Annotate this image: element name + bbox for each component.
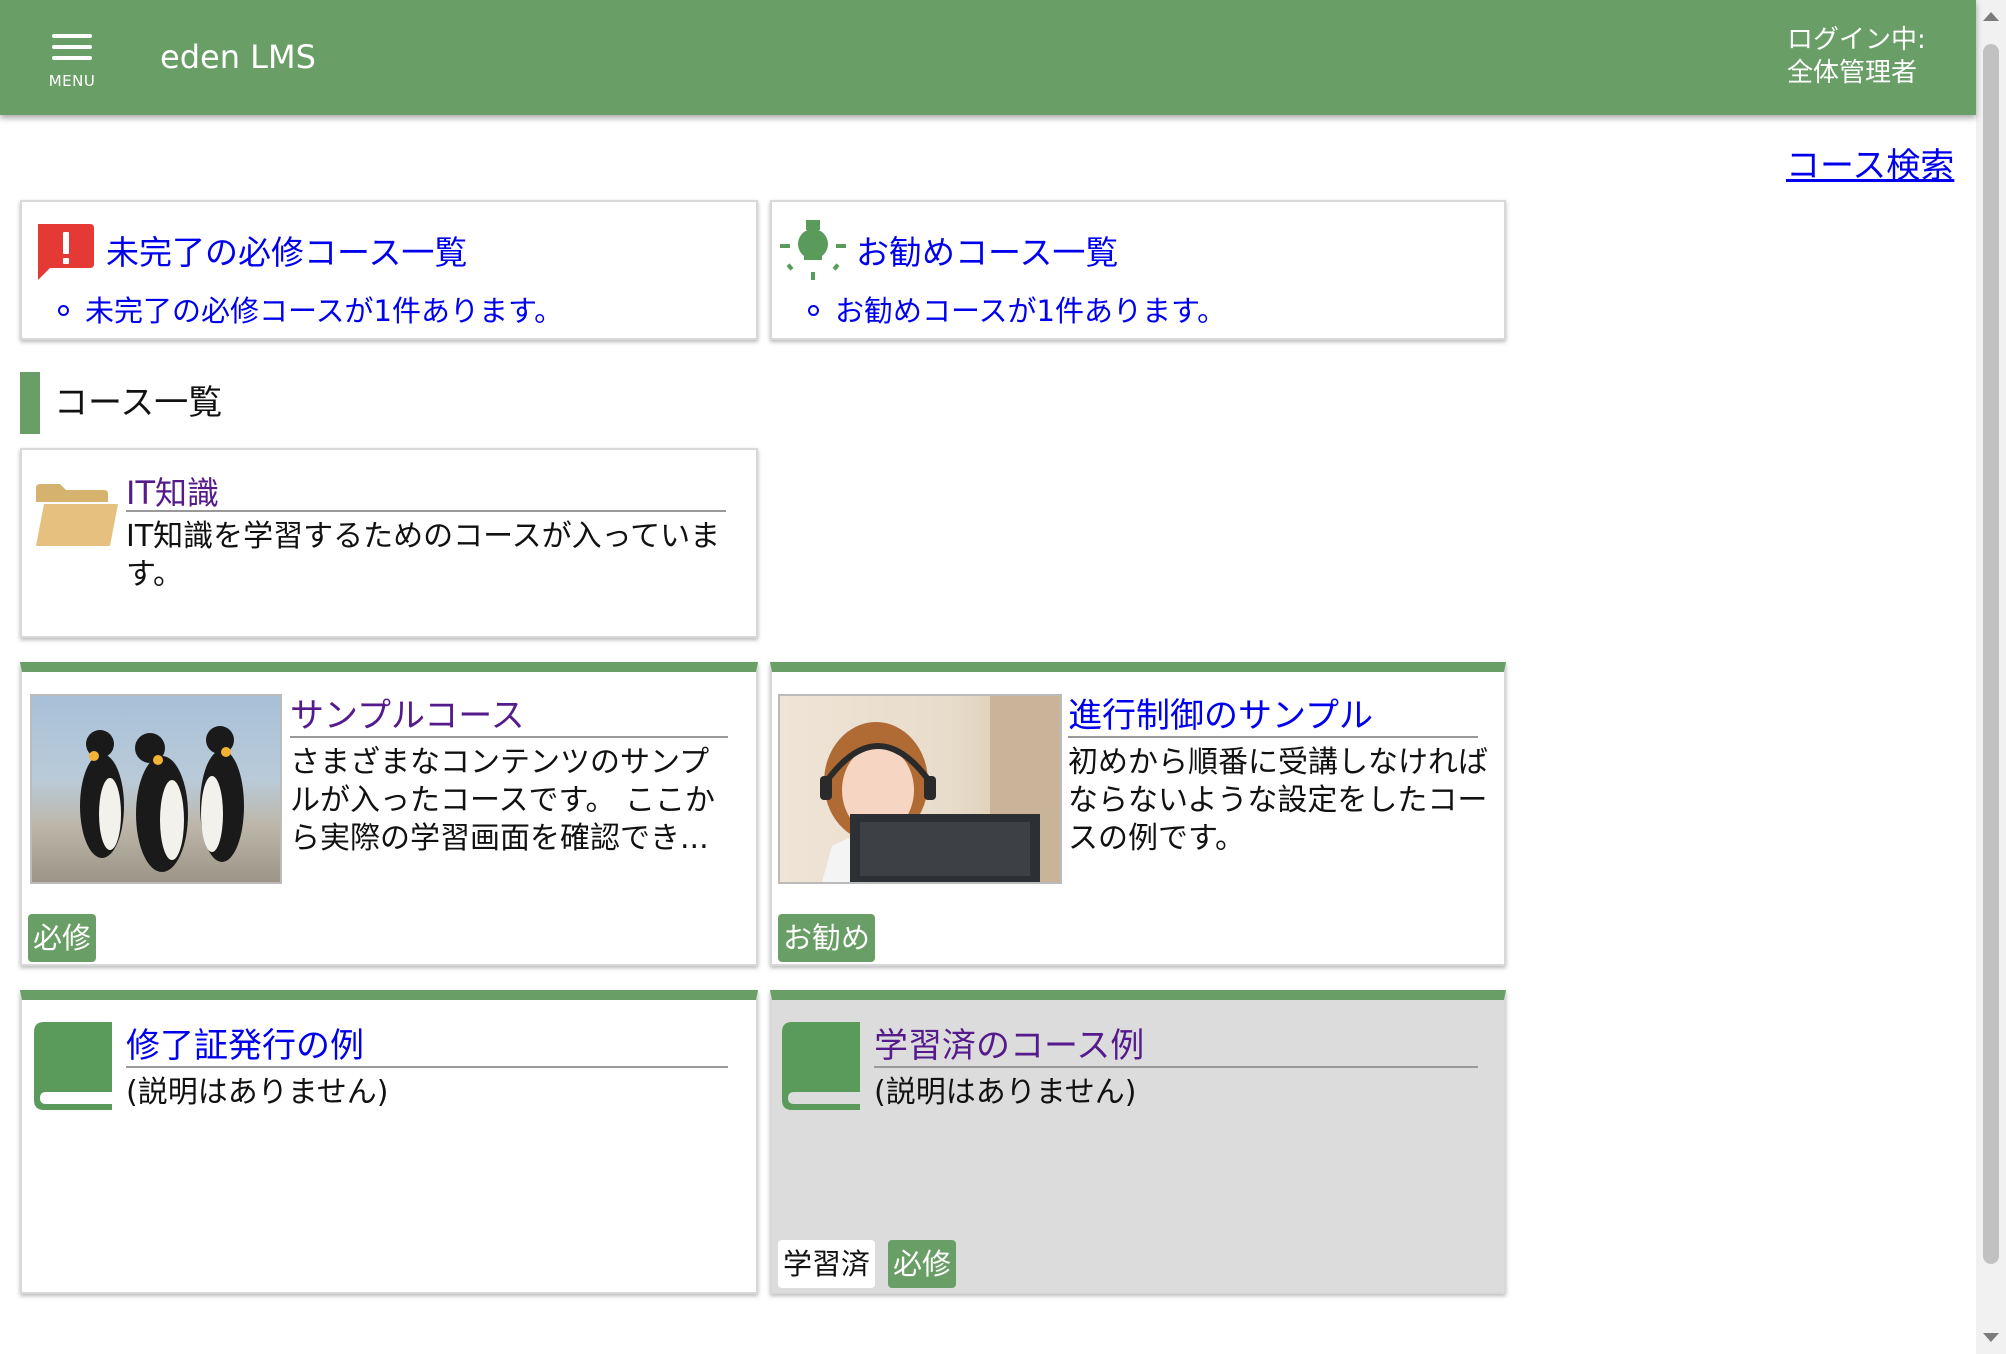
bullet-icon [58, 304, 69, 316]
course-title[interactable]: 進行制御のサンプル [1068, 688, 1373, 737]
scroll-up-arrow-icon[interactable] [1983, 12, 1999, 21]
required-badge: 必修 [28, 914, 97, 962]
alert-icon [38, 224, 94, 280]
course-description: さまざまなコンテンツのサンプルが入ったコースです。 ここから実際の学習画面を確認… [290, 745, 716, 856]
scroll-down-arrow-icon[interactable] [1983, 1333, 1999, 1342]
course-title[interactable]: 修了証発行の例 [126, 1018, 364, 1067]
headset-woman-image [778, 694, 1062, 884]
course-title-rule [874, 1066, 1478, 1068]
folder-title[interactable]: IT知識 [126, 468, 219, 514]
top-app-bar: MENU eden LMS ログイン中: 全体管理者 [0, 0, 1976, 115]
folder-icon [36, 484, 118, 546]
recommended-text[interactable]: お勧めコースが1件あります。 [835, 294, 1226, 328]
book-icon [782, 1022, 860, 1110]
app-title: eden LMS [160, 38, 316, 76]
folder-card[interactable]: IT知識 IT知識を学習するためのコースが入っています。 [20, 448, 758, 638]
course-description: 初めから順番に受講しなければならないような設定をしたコースの例です。 [1068, 745, 1488, 856]
menu-button[interactable]: MENU [40, 28, 104, 94]
login-user: 全体管理者 [1787, 58, 1918, 88]
course-search-link[interactable]: コース検索 [1786, 138, 1954, 187]
course-card[interactable]: 学習済のコース例 (説明はありません) 学習済 必修 [770, 990, 1506, 1294]
folder-title-rule [126, 510, 726, 512]
vertical-scrollbar[interactable] [1976, 0, 2006, 1354]
course-card[interactable]: サンプルコース さまざまなコンテンツのサンプルが入ったコースです。 ここから実際… [20, 662, 758, 966]
incomplete-required-text[interactable]: 未完了の必修コースが1件あります。 [85, 294, 563, 328]
required-badge: 必修 [888, 1240, 957, 1288]
recommended-item[interactable]: お勧めコースが1件あります。 [808, 288, 1226, 330]
scroll-thumb[interactable] [1983, 44, 1999, 1264]
course-title-rule [1068, 736, 1478, 738]
course-description: (説明はありません) [874, 1075, 1137, 1110]
completed-badge: 学習済 [778, 1240, 876, 1288]
recommended-card: お勧めコース一覧 お勧めコースが1件あります。 [770, 200, 1506, 340]
course-card[interactable]: 修了証発行の例 (説明はありません) [20, 990, 758, 1294]
lightbulb-icon [780, 220, 846, 280]
folder-description: IT知識を学習するためのコースが入っています。 [126, 519, 721, 592]
course-title-rule [126, 1066, 728, 1068]
section-title: コース一覧 [20, 372, 222, 434]
incomplete-required-title[interactable]: 未完了の必修コース一覧 [106, 226, 467, 274]
login-status: ログイン中: [1787, 25, 1926, 55]
incomplete-required-card: 未完了の必修コース一覧 未完了の必修コースが1件あります。 [20, 200, 758, 340]
bullet-icon [808, 304, 819, 316]
book-icon [34, 1022, 112, 1110]
course-title[interactable]: 学習済のコース例 [874, 1018, 1144, 1067]
incomplete-required-item[interactable]: 未完了の必修コースが1件あります。 [58, 288, 563, 330]
course-card[interactable]: 進行制御のサンプル 初めから順番に受講しなければならないような設定をしたコースの… [770, 662, 1506, 966]
menu-label: MENU [48, 72, 96, 90]
course-title[interactable]: サンプルコース [290, 688, 525, 737]
recommended-title[interactable]: お勧めコース一覧 [856, 226, 1118, 274]
hamburger-icon [52, 34, 92, 67]
login-info: ログイン中: 全体管理者 [1787, 24, 1926, 90]
course-description: (説明はありません) [126, 1075, 389, 1110]
course-title-rule [290, 736, 728, 738]
penguins-image [30, 694, 282, 884]
recommended-badge: お勧め [778, 914, 876, 962]
